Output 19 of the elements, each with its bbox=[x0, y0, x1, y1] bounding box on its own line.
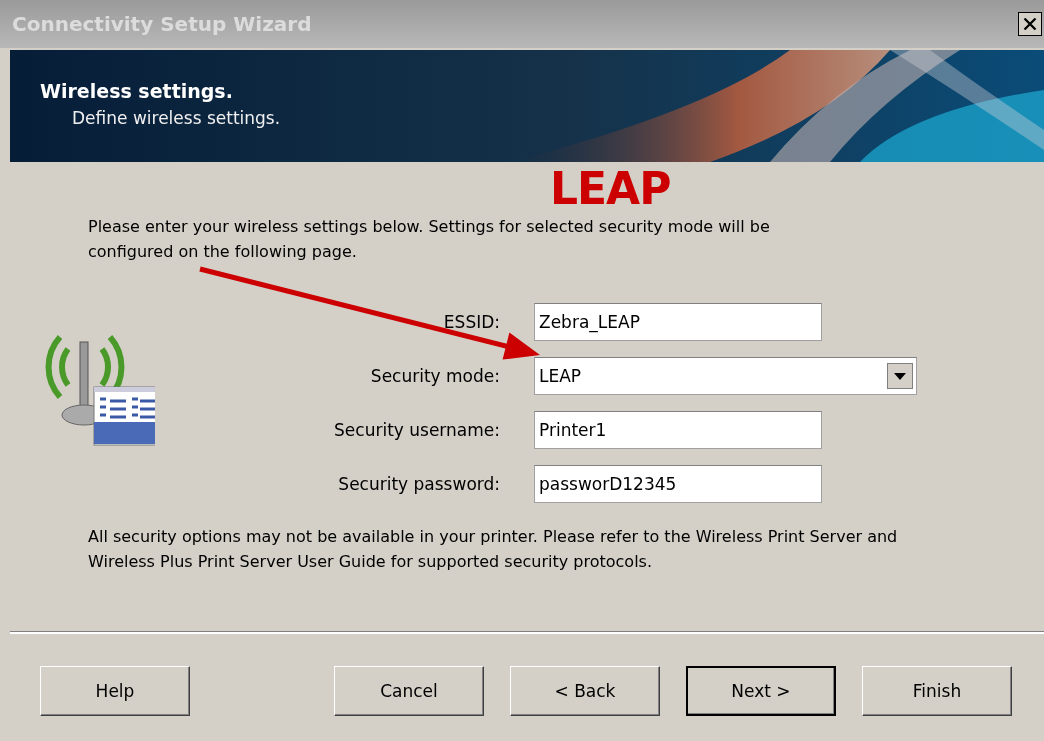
page-subtitle: Define wireless settings. bbox=[72, 108, 282, 128]
input-field[interactable]: Zebra_LEAP bbox=[534, 303, 822, 341]
instruction-text: Please enter your wireless settings below. Settings for selected security mode will be configured on the following page. bbox=[88, 216, 771, 263]
wizard-button[interactable]: Next > bbox=[686, 666, 836, 716]
wizard-button[interactable]: Finish bbox=[862, 666, 1012, 716]
wizard-button[interactable]: < Back bbox=[510, 666, 660, 716]
close-icon[interactable] bbox=[1018, 12, 1042, 36]
input-field[interactable]: Printer1 bbox=[534, 411, 822, 449]
annotation-label: LEAP bbox=[550, 166, 671, 212]
field-label: Security mode: bbox=[369, 366, 500, 386]
wizard-button[interactable]: Help bbox=[40, 666, 190, 716]
field-label: Security password: bbox=[337, 474, 500, 494]
security-mode-dropdown[interactable]: LEAP bbox=[534, 357, 917, 395]
field-label: ESSID: bbox=[442, 312, 500, 332]
wizard-button[interactable]: Cancel bbox=[334, 666, 484, 716]
field-label: Security username: bbox=[333, 420, 500, 440]
input-field[interactable]: passworD12345 bbox=[534, 465, 822, 503]
note-text: All security options may not be available in your printer. Please refer to the Wireless Print Server and Wireless Plus Print Server User Guide for supported security protocols. bbox=[88, 526, 899, 573]
page-title: Wireless settings. bbox=[40, 80, 234, 102]
